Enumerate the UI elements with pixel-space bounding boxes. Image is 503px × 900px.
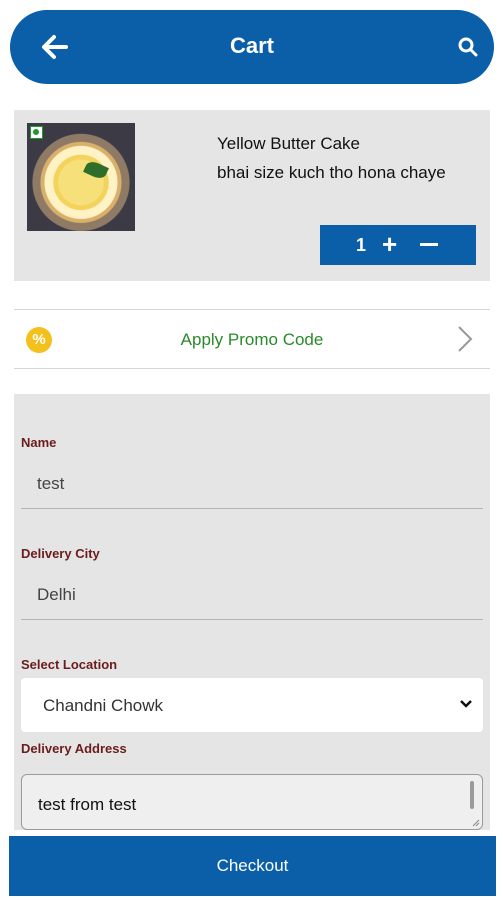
plus-icon[interactable]: +	[382, 230, 397, 258]
cake-image	[27, 123, 135, 231]
address-value: test from test	[38, 795, 137, 814]
resize-grip-icon[interactable]	[472, 819, 480, 827]
chevron-down-icon	[460, 700, 472, 708]
city-label: Delivery City	[21, 546, 100, 561]
address-label: Delivery Address	[21, 741, 127, 756]
promo-label: Apply Promo Code	[180, 330, 324, 349]
name-field[interactable]: test	[21, 457, 483, 509]
location-select[interactable]: Chandni Chowk	[21, 678, 483, 732]
cart-item: Yellow Butter Cake bhai size kuch tho ho…	[14, 110, 490, 281]
item-note: bhai size kuch tho hona chaye	[217, 163, 446, 182]
apply-promo-row[interactable]: % Apply Promo Code	[14, 309, 490, 369]
name-label: Name	[21, 435, 57, 450]
chevron-right-icon	[458, 326, 473, 352]
quantity-value: 1	[356, 235, 367, 255]
city-value: Delhi	[37, 585, 76, 604]
city-field[interactable]: Delhi	[21, 568, 483, 620]
minus-icon[interactable]	[420, 243, 438, 246]
leaf-decoration	[83, 159, 109, 181]
name-value: test	[37, 474, 65, 493]
address-textarea[interactable]: test from test	[21, 774, 483, 830]
checkout-button[interactable]: Checkout	[9, 836, 496, 896]
search-icon[interactable]	[456, 35, 480, 59]
textarea-scrollbar[interactable]	[470, 781, 474, 809]
location-value: Chandni Chowk	[43, 696, 164, 715]
veg-mark-icon	[30, 126, 43, 139]
app-header: Cart	[10, 10, 494, 84]
location-label: Select Location	[21, 657, 118, 672]
page-title: Cart	[229, 33, 274, 58]
item-name: Yellow Butter Cake	[217, 134, 361, 153]
quantity-stepper: 1 +	[320, 225, 476, 265]
delivery-form: Name test Delivery City Delhi Select Loc…	[14, 394, 490, 830]
